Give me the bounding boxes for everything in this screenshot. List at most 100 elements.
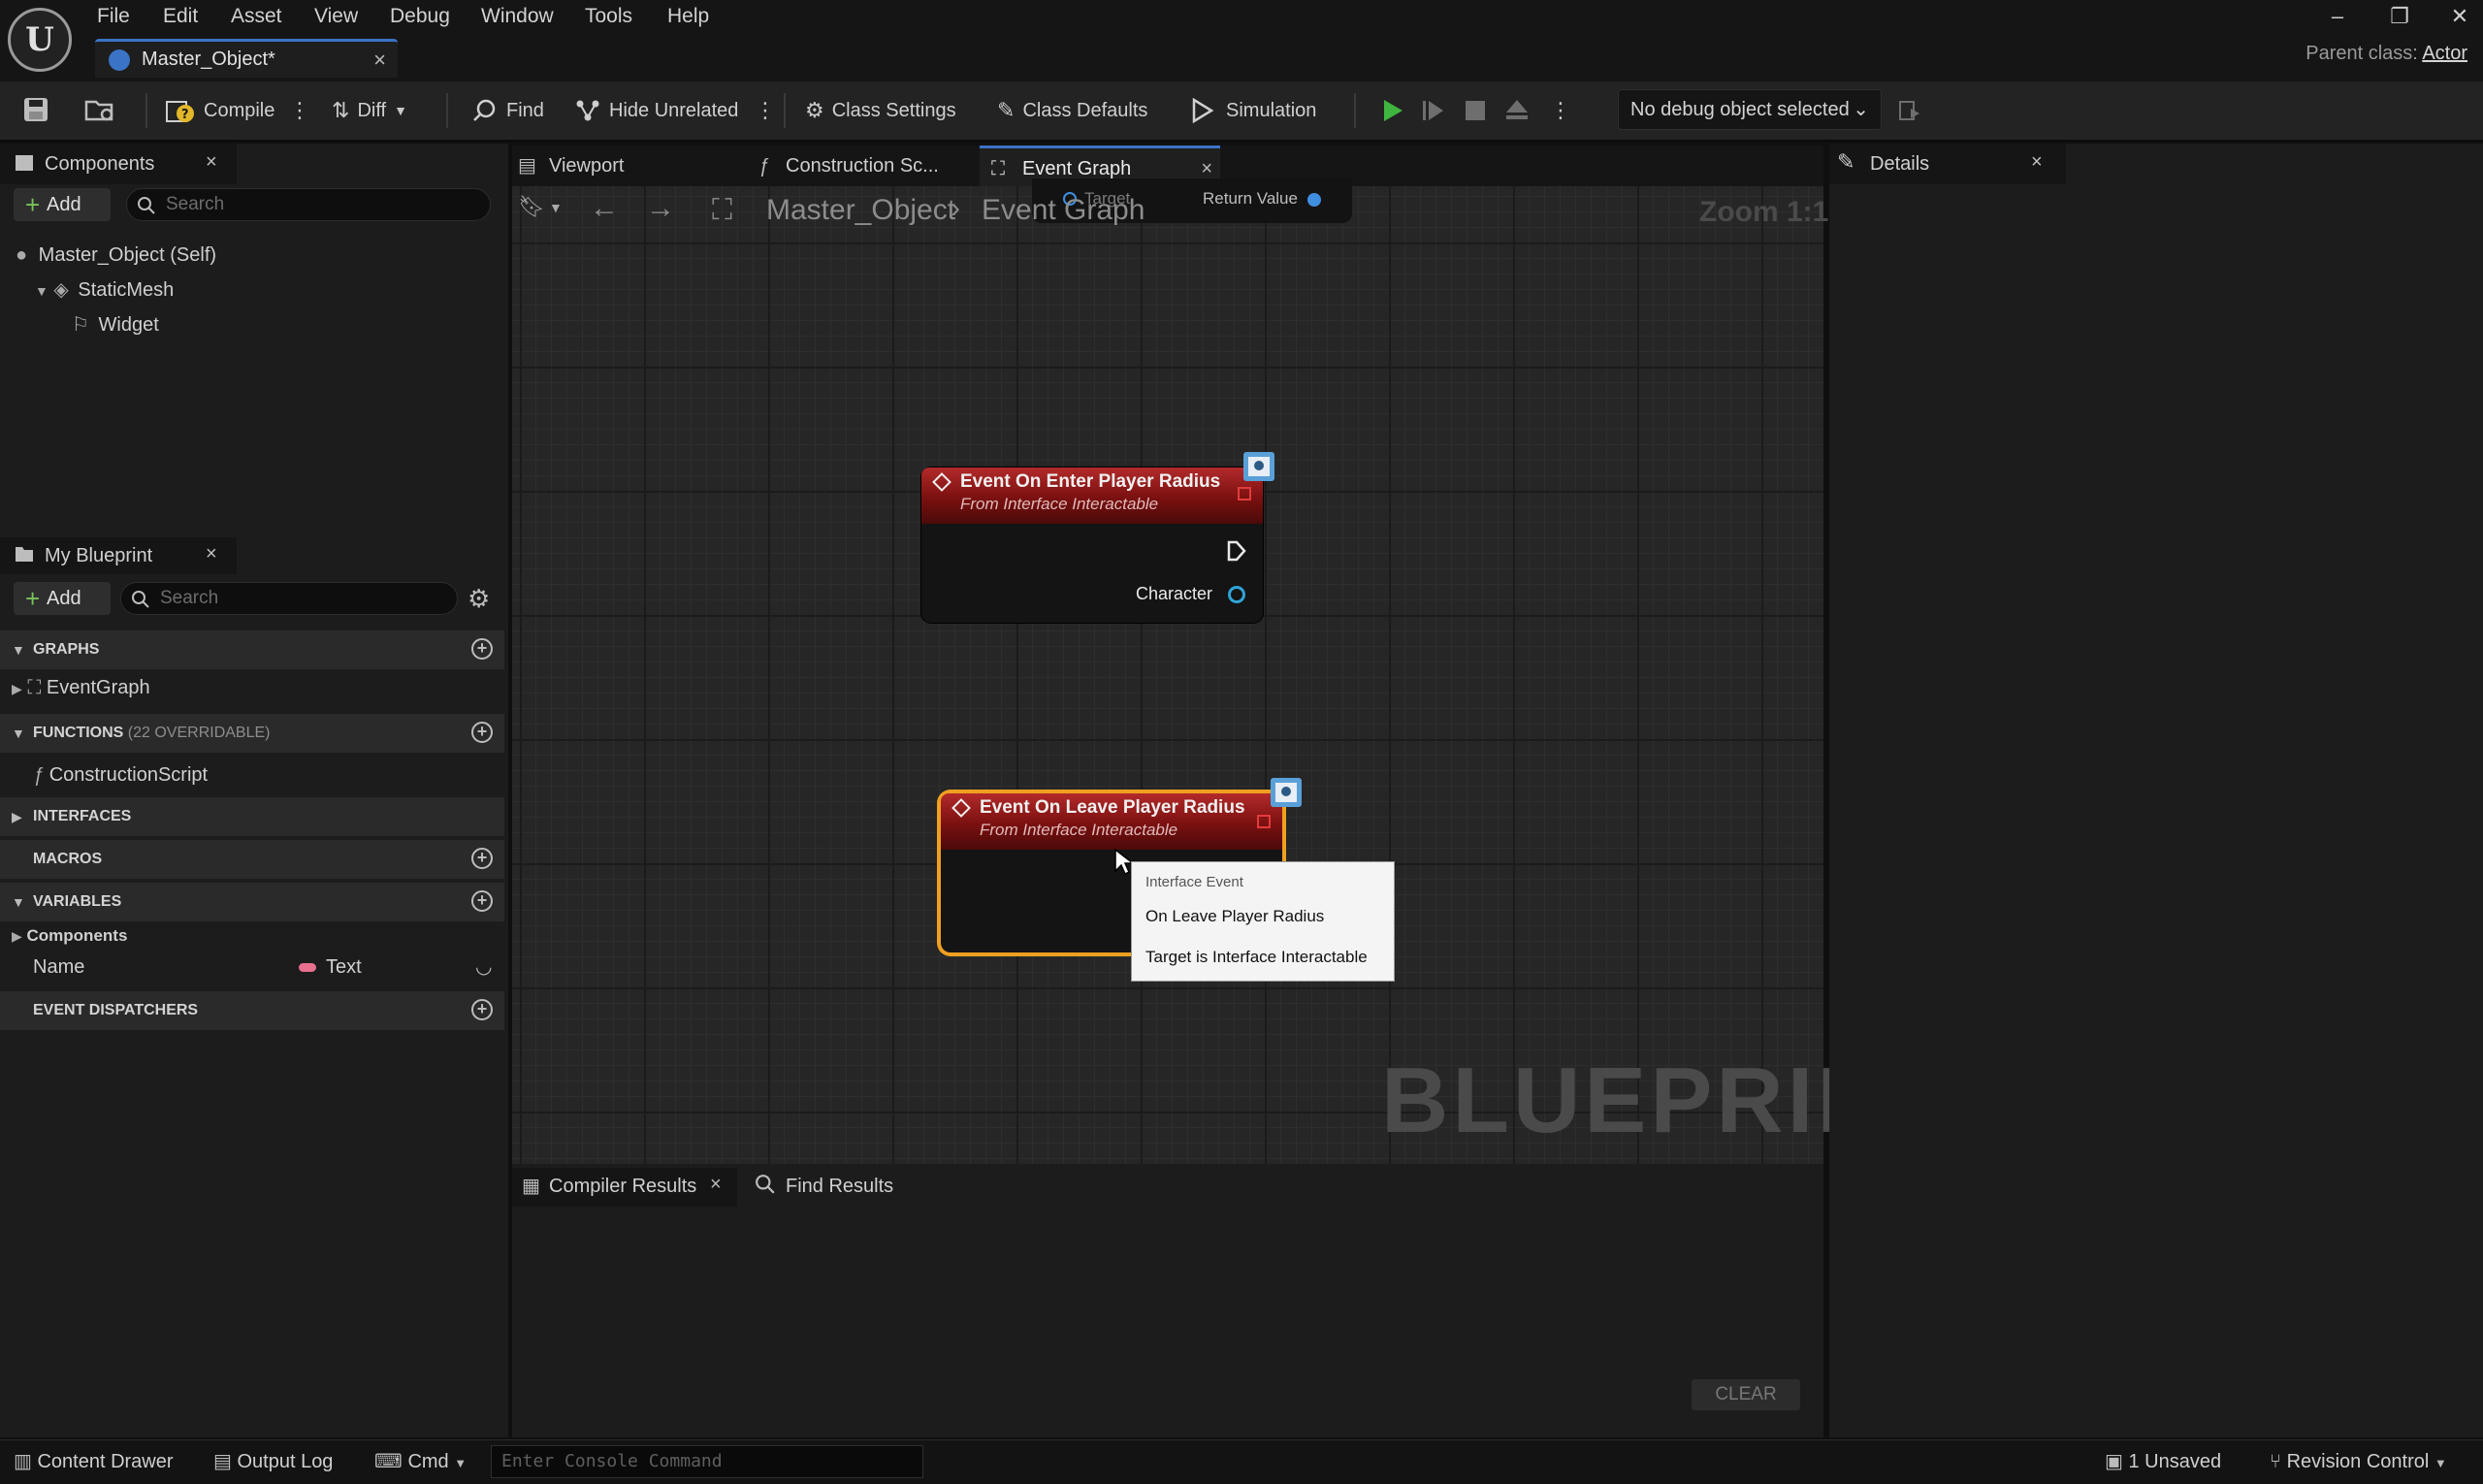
menu-help[interactable]: Help <box>667 2 709 31</box>
hide-unrelated-button[interactable]: Hide Unrelated <box>574 93 738 128</box>
components-search-input[interactable]: Search <box>126 188 491 221</box>
functions-section-header[interactable]: ▼ FUNCTIONS (22 OVERRIDABLE) + <box>0 714 504 753</box>
compile-options-icon[interactable]: ⋮ <box>289 93 310 128</box>
blueprint-asset-icon <box>109 49 130 71</box>
menu-window[interactable]: Window <box>481 2 554 31</box>
revision-control-icon: ⑂ <box>2270 1451 2281 1472</box>
menu-view[interactable]: View <box>314 2 358 31</box>
menu-edit[interactable]: Edit <box>163 2 198 31</box>
toolbar-separator <box>446 93 448 128</box>
cmd-dropdown[interactable]: ⌨ Cmd ▼ <box>374 1445 467 1478</box>
graphs-section-header[interactable]: ▼ GRAPHS + <box>0 630 504 669</box>
eye-closed-icon[interactable]: ◡ <box>475 951 492 984</box>
return-value-pin-icon[interactable] <box>1307 193 1321 207</box>
play-options-icon[interactable]: ⋮ <box>1550 93 1571 128</box>
tab-construction-script[interactable]: ƒ Construction Sc... <box>758 145 972 186</box>
content-drawer-icon: ▥ <box>14 1451 32 1472</box>
class-defaults-button[interactable]: ✎ Class Defaults <box>997 93 1147 128</box>
find-button[interactable]: Find <box>471 93 544 128</box>
components-add-button[interactable]: + Add <box>14 188 111 221</box>
find-results-tab[interactable]: Find Results <box>786 1176 893 1198</box>
debug-object-dropdown[interactable]: No debug object selected ⌄ <box>1618 89 1882 130</box>
breadcrumb-current[interactable]: Event Graph <box>982 194 1145 227</box>
my-blueprint-add-button[interactable]: + Add <box>14 582 111 615</box>
close-my-blueprint-icon[interactable]: × <box>206 543 217 565</box>
document-tab[interactable]: Master_Object* × <box>95 39 398 78</box>
tree-item-staticmesh[interactable]: ▼ ◈ StaticMesh <box>35 274 174 306</box>
tree-item-widget[interactable]: ⚐ Widget <box>72 308 159 341</box>
unsaved-button[interactable]: ▣ 1 Unsaved <box>2105 1445 2221 1478</box>
close-compiler-results-icon[interactable]: × <box>710 1174 722 1196</box>
bookmark-icon[interactable]: 🔖︎ <box>518 194 545 219</box>
save-icon[interactable] <box>21 95 50 124</box>
event-dispatchers-section-header[interactable]: EVENT DISPATCHERS + <box>0 991 504 1030</box>
browse-asset-icon[interactable] <box>83 95 116 124</box>
functions-overridable-count: (22 OVERRIDABLE) <box>127 725 271 741</box>
class-settings-label: Class Settings <box>831 100 956 121</box>
compiler-results-icon: ▦ <box>522 1176 540 1197</box>
close-window-icon[interactable]: ✕ <box>2440 2 2479 31</box>
content-drawer-button[interactable]: ▥ Content Drawer <box>14 1445 174 1478</box>
debug-object-label: No debug object selected <box>1630 99 1850 120</box>
interfaces-header-label: INTERFACES <box>33 808 132 824</box>
variables-section-header[interactable]: ▼ VARIABLES + <box>0 883 504 921</box>
advance-frame-icon[interactable] <box>1420 97 1447 124</box>
add-variable-icon[interactable]: + <box>471 890 493 912</box>
menu-asset[interactable]: Asset <box>231 2 282 31</box>
compile-button[interactable]: ? Compile <box>165 93 274 128</box>
function-item-constructionscript[interactable]: ƒ ConstructionScript <box>33 758 208 791</box>
tab-event-graph-label: Event Graph <box>1022 158 1132 179</box>
graph-item-eventgraph[interactable]: ▶ ⛶ EventGraph <box>12 671 150 704</box>
variable-row-name[interactable]: Name Text ◡ <box>33 951 499 984</box>
add-macro-icon[interactable]: + <box>471 848 493 869</box>
exec-out-pin-icon[interactable] <box>1226 539 1247 567</box>
unsaved-label: 1 Unsaved <box>2128 1451 2222 1472</box>
settings-gear-icon[interactable]: ⚙ <box>468 584 490 614</box>
interfaces-section-header[interactable]: ▶ INTERFACES <box>0 797 504 836</box>
unreal-logo-icon[interactable]: U <box>8 8 72 72</box>
clear-button[interactable]: CLEAR <box>1692 1379 1800 1410</box>
debug-filter-icon[interactable] <box>1897 99 1922 124</box>
tree-item-self[interactable]: ● Master_Object (Self) <box>16 239 216 272</box>
simulation-button[interactable]: Simulation <box>1189 93 1316 128</box>
tooltip-line-2: On Leave Player Radius <box>1145 907 1325 925</box>
menu-tools[interactable]: Tools <box>585 2 632 31</box>
my-blueprint-search-input[interactable]: Search <box>120 582 458 615</box>
restore-icon[interactable]: ❐ <box>2380 2 2419 31</box>
event-node-enter-player-radius[interactable]: Event On Enter Player Radius From Interf… <box>921 468 1263 623</box>
tab-viewport[interactable]: ▤ Viewport <box>518 145 731 186</box>
close-components-icon[interactable]: × <box>206 151 217 174</box>
forward-arrow-icon[interactable]: → <box>646 192 675 225</box>
menu-file[interactable]: File <box>97 2 130 31</box>
breadcrumb-root[interactable]: Master_Object <box>766 194 955 227</box>
revision-control-button[interactable]: ⑂ Revision Control ▼ <box>2270 1445 2447 1478</box>
macros-section-header[interactable]: MACROS + <box>0 840 504 879</box>
variable-category-components[interactable]: ▶ Components <box>12 919 127 952</box>
parent-class-link[interactable]: Actor <box>2422 43 2467 64</box>
class-settings-button[interactable]: ⚙ Class Settings <box>805 93 956 128</box>
diff-button[interactable]: ⇅ Diff ▼ <box>332 93 407 128</box>
hide-unrelated-options-icon[interactable]: ⋮ <box>755 93 776 128</box>
expand-arrow-icon: ▶ <box>12 681 22 696</box>
event-graph-icon: ⛶ <box>712 194 732 226</box>
stop-icon[interactable] <box>1463 97 1488 124</box>
close-details-icon[interactable]: × <box>2031 151 2043 174</box>
collapse-arrow-icon: ▼ <box>12 726 25 741</box>
add-graph-icon[interactable]: + <box>471 638 493 660</box>
menu-debug[interactable]: Debug <box>390 2 450 31</box>
add-dispatcher-icon[interactable]: + <box>471 999 493 1020</box>
functions-header-label: FUNCTIONS <box>33 725 124 741</box>
character-pin-icon[interactable] <box>1228 586 1245 603</box>
close-tab-icon[interactable]: × <box>373 48 386 73</box>
console-command-input[interactable]: Enter Console Command <box>491 1445 923 1478</box>
minimize-icon[interactable]: – <box>2318 2 2357 31</box>
add-function-icon[interactable]: + <box>471 722 493 743</box>
viewport-icon: ▤ <box>518 155 536 177</box>
back-arrow-icon[interactable]: ← <box>590 192 619 225</box>
text-type-pill-icon <box>299 963 316 972</box>
output-log-button[interactable]: ▤ Output Log <box>213 1445 333 1478</box>
event-graph-canvas[interactable] <box>512 186 1823 1164</box>
chevron-down-icon[interactable]: ▼ <box>549 200 563 215</box>
play-icon[interactable] <box>1379 97 1406 124</box>
eject-icon[interactable] <box>1503 97 1531 124</box>
